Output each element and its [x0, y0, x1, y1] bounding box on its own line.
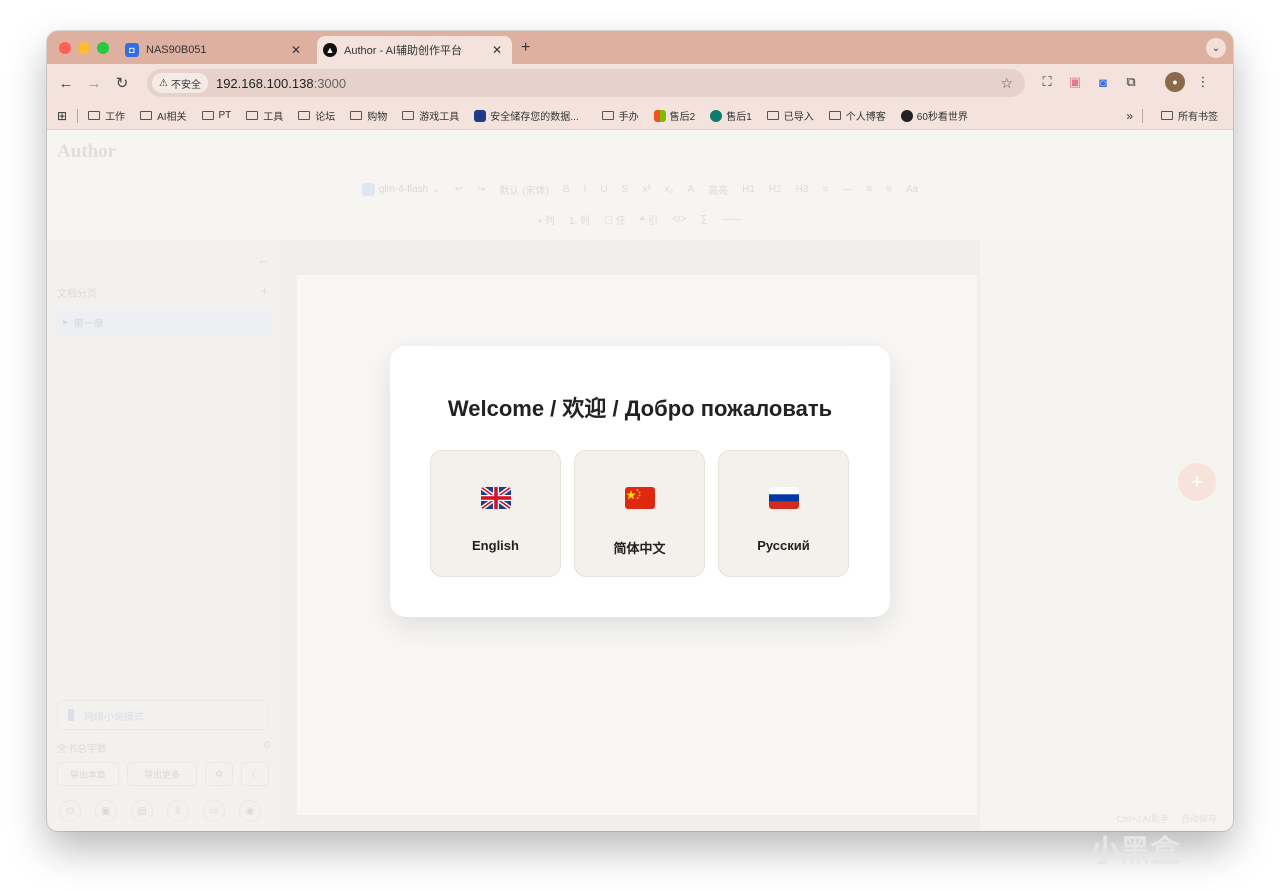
reload-button[interactable]: ↻: [108, 74, 136, 92]
bookmarks-bar: ⊞ 工作 AI相关 PT 工具 论坛 购物 游戏工具 安全储存您的数据... 手…: [47, 102, 1233, 130]
folder-icon: [88, 111, 101, 120]
profile-avatar[interactable]: ●: [1165, 72, 1185, 92]
folder-icon: [601, 111, 614, 120]
language-options: English 简体中文 Русский: [430, 450, 849, 577]
window-controls: [59, 42, 109, 54]
windows-icon: [653, 109, 666, 122]
security-label: 不安全: [170, 79, 201, 91]
china-flag-icon: [625, 487, 655, 509]
browser-window: ◘ NAS90B051 ✕ ▲ Author - AI辅助创作平台 ✕ + ⌄ …: [47, 31, 1233, 831]
uk-flag-icon: [481, 487, 511, 509]
folder-icon: [298, 111, 311, 120]
forward-button[interactable]: →: [80, 75, 108, 92]
extension-icon[interactable]: ▣: [1065, 72, 1085, 92]
bookmark-folder[interactable]: 论坛: [298, 108, 335, 123]
browser-toolbar: ← → ↻ ⚠ 不安全 192.168.100.138:3000 ☆ ⛶ ▣ ◙…: [47, 64, 1233, 102]
bookmark-folder[interactable]: 购物: [350, 108, 387, 123]
tab-nas[interactable]: ◘ NAS90B051 ✕: [121, 36, 311, 64]
extension-icon[interactable]: ◙: [1093, 72, 1113, 92]
minimize-window-button[interactable]: [78, 42, 90, 54]
tab-bar: ◘ NAS90B051 ✕ ▲ Author - AI辅助创作平台 ✕ + ⌄: [47, 31, 1233, 64]
maximize-window-button[interactable]: [97, 42, 109, 54]
bookmark-folder[interactable]: 已导入: [766, 108, 814, 123]
page-content: Author glm-4-flash ⌄ ↩ ↪ 默认 (宋体) B I U S…: [47, 130, 1233, 831]
bookmark-folder[interactable]: 游戏工具: [402, 108, 459, 123]
language-option-chinese[interactable]: 简体中文: [574, 450, 705, 577]
address-bar[interactable]: ⚠ 不安全 192.168.100.138:3000 ☆: [147, 69, 1025, 97]
bookmark-site[interactable]: 安全储存您的数据...: [474, 108, 579, 123]
author-icon: ▲: [323, 43, 337, 57]
folder-icon: [402, 111, 415, 120]
folder-icon: [1161, 111, 1173, 120]
bookmark-site[interactable]: 售后1: [710, 108, 752, 123]
watermark: 小黑盒: [1090, 835, 1180, 868]
bookmark-folder[interactable]: PT: [201, 110, 231, 121]
bookmark-folder[interactable]: 工作: [88, 108, 125, 123]
tab-author[interactable]: ▲ Author - AI辅助创作平台 ✕: [317, 36, 512, 64]
language-label: 简体中文: [613, 541, 666, 556]
close-tab-icon[interactable]: ✕: [488, 43, 506, 57]
new-tab-button[interactable]: +: [521, 39, 530, 57]
extensions-puzzle-icon[interactable]: ⧉: [1121, 72, 1141, 92]
bookmark-site[interactable]: 售后2: [653, 108, 695, 123]
language-label: English: [472, 538, 519, 553]
folder-icon: [350, 111, 363, 120]
bookmark-star-icon[interactable]: ☆: [1000, 75, 1013, 92]
all-bookmarks-folder[interactable]: 所有书签: [1161, 108, 1218, 123]
language-option-russian[interactable]: Русский: [718, 450, 849, 577]
bookmark-folder[interactable]: 手办: [601, 108, 639, 123]
close-tab-icon[interactable]: ✕: [287, 43, 305, 57]
security-chip[interactable]: ⚠ 不安全: [152, 73, 208, 93]
bookmark-folder[interactable]: AI相关: [140, 108, 187, 123]
close-window-button[interactable]: [59, 42, 71, 54]
menu-kebab-icon[interactable]: ⋮: [1193, 72, 1213, 92]
site-icon: [474, 109, 487, 122]
tab-title: NAS90B051: [146, 44, 207, 56]
folder-icon: [140, 111, 153, 120]
site-icon: [710, 109, 723, 122]
language-option-english[interactable]: English: [430, 450, 561, 577]
more-bookmarks-button[interactable]: »: [1126, 109, 1133, 123]
folder-icon: [246, 111, 259, 120]
bookmark-folder[interactable]: 个人博客: [828, 108, 886, 123]
russia-flag-icon: [769, 487, 799, 509]
bookmark-site[interactable]: 60秒看世界: [900, 108, 968, 123]
url-text: 192.168.100.138:3000: [215, 75, 347, 91]
back-button[interactable]: ←: [52, 75, 80, 92]
folder-icon: [201, 111, 214, 120]
tab-title: Author - AI辅助创作平台: [344, 45, 462, 57]
nas-icon: ◘: [125, 43, 139, 57]
warning-icon: ⚠: [159, 77, 168, 89]
bookmark-folder[interactable]: 工具: [246, 108, 283, 123]
apps-grid-icon[interactable]: ⊞: [57, 109, 67, 123]
modal-title: Welcome / 欢迎 / Добро пожаловать: [447, 396, 833, 421]
folder-icon: [828, 111, 841, 120]
welcome-modal: Welcome / 欢迎 / Добро пожаловать English …: [390, 346, 890, 617]
language-label: Русский: [757, 538, 810, 553]
tab-search-button[interactable]: ⌄: [1206, 38, 1226, 58]
extension-icon[interactable]: ⛶: [1037, 72, 1057, 92]
folder-icon: [766, 111, 779, 120]
site-icon: [900, 109, 913, 122]
